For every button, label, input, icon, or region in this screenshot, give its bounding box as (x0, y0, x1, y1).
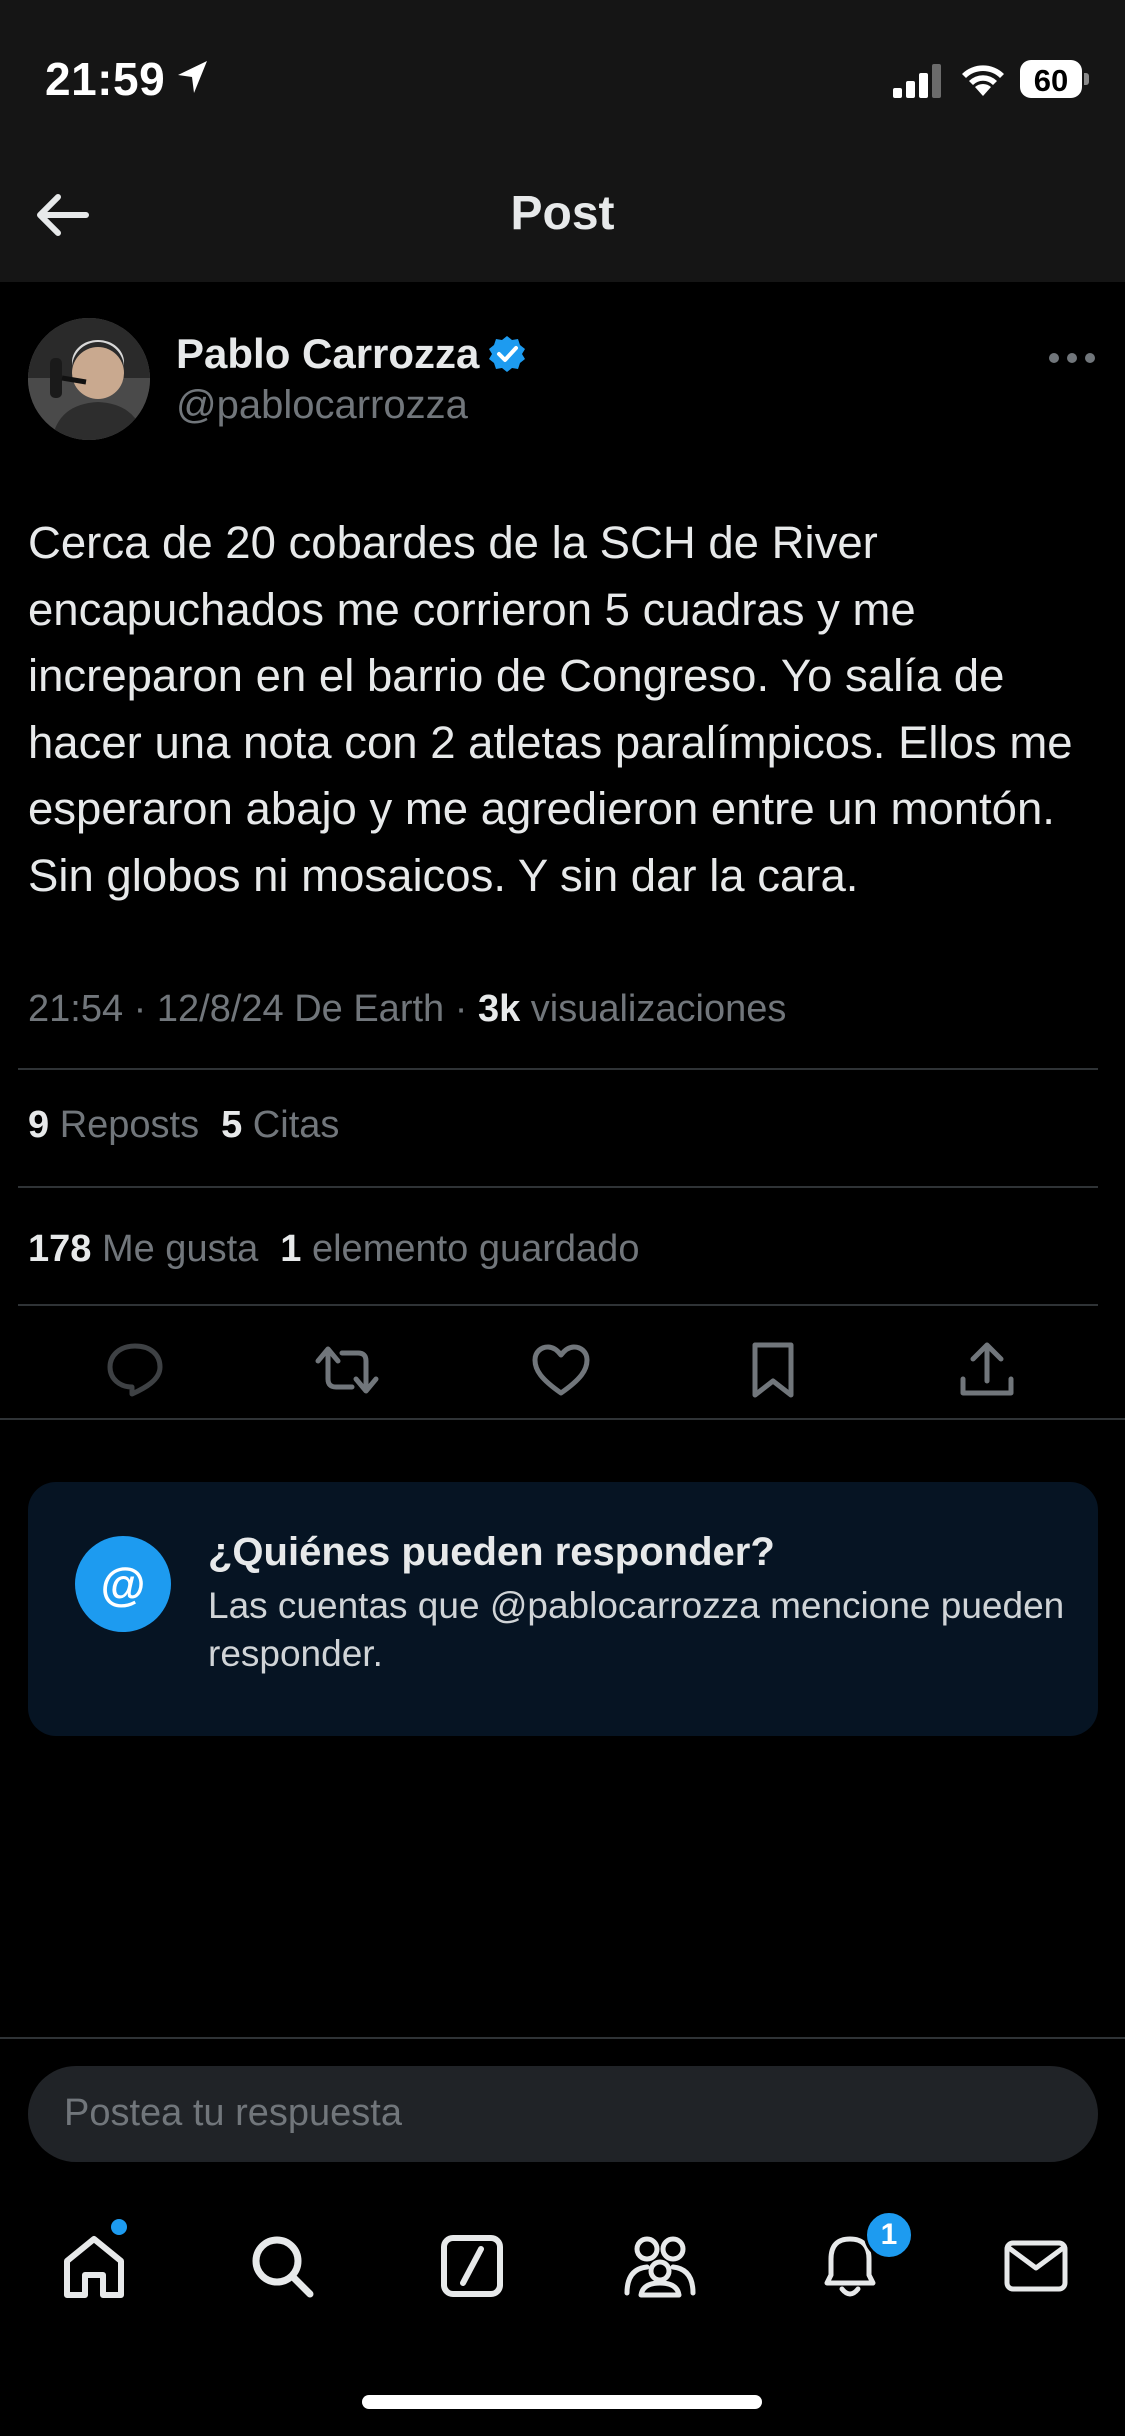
status-time: 21:59 (45, 53, 166, 105)
share-icon (960, 1342, 1014, 1396)
tab-communities[interactable] (620, 2226, 700, 2306)
home-icon (64, 2236, 124, 2298)
divider (0, 2037, 1125, 2039)
post-meta: 21:54 · 12/8/24 De Earth · 3k visualizac… (28, 988, 786, 1031)
tab-search[interactable] (242, 2226, 322, 2306)
grok-icon (441, 2235, 503, 2297)
battery-level: 60 (1033, 63, 1069, 98)
search-icon (252, 2236, 314, 2298)
likes-bookmarks-row: 178 Me gusta 1 elemento guardado (28, 1228, 639, 1271)
messages-icon (1004, 2240, 1068, 2292)
battery-indicator: 60 (1020, 60, 1090, 100)
likes-stat[interactable]: 178 Me gusta (28, 1228, 258, 1270)
author-name[interactable]: Pablo Carrozza (176, 330, 479, 378)
divider (18, 1186, 1098, 1188)
tab-home[interactable] (54, 2226, 134, 2306)
repost-icon (315, 1346, 379, 1394)
page-title: Post (510, 187, 615, 240)
reposts-quotes-row: 9 Reposts 5 Citas (28, 1104, 339, 1147)
reply-placeholder[interactable]: Postea tu respuesta (64, 2092, 402, 2135)
like-button[interactable] (526, 1340, 596, 1400)
views-label: visualizaciones (520, 988, 787, 1030)
tab-grok[interactable] (432, 2226, 512, 2306)
like-icon (532, 1344, 590, 1396)
signal-icon (893, 64, 941, 98)
verified-icon (489, 336, 525, 372)
bookmarks-stat[interactable]: 1 elemento guardado (280, 1228, 639, 1270)
quotes-stat[interactable]: 5 Citas (221, 1104, 339, 1146)
reply-icon (107, 1343, 163, 1397)
more-icon[interactable] (1048, 352, 1096, 364)
divider (0, 1418, 1125, 1420)
bookmark-icon (752, 1342, 794, 1398)
repost-button[interactable] (312, 1340, 382, 1400)
reply-restriction-description: Las cuentas que @pablocarrozza mencione … (208, 1585, 1065, 1674)
home-notification-dot (111, 2219, 127, 2235)
reply-restriction-title: ¿Quiénes pueden responder? (208, 1530, 775, 1574)
share-button[interactable] (952, 1340, 1022, 1400)
communities-icon (624, 2236, 696, 2298)
location-arrow-icon (178, 61, 207, 93)
divider (18, 1304, 1098, 1306)
notifications-badge: 1 (864, 2210, 914, 2260)
divider (18, 1068, 1098, 1070)
bookmark-button[interactable] (738, 1340, 808, 1400)
status-bar (0, 0, 1125, 150)
tab-messages[interactable] (996, 2226, 1076, 2306)
views-count: 3k (477, 988, 521, 1030)
author-handle[interactable]: @pablocarrozza (176, 383, 468, 428)
wifi-icon (962, 65, 1004, 96)
reposts-stat[interactable]: 9 Reposts (28, 1104, 199, 1146)
at-icon: @ (75, 1536, 171, 1632)
avatar[interactable] (28, 318, 150, 440)
reply-button[interactable] (100, 1340, 170, 1400)
post-text: Cerca de 20 cobardes de la SCH de River … (28, 517, 1073, 901)
post-timestamp-source: 21:54 · 12/8/24 De Earth · (28, 988, 478, 1030)
home-indicator[interactable] (362, 2395, 762, 2409)
